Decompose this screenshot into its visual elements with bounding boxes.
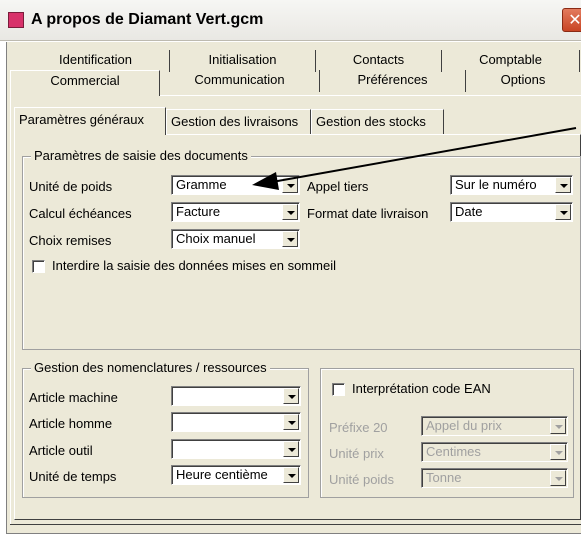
article-homme-label: Article homme <box>29 416 113 431</box>
unite-temps-value: Heure centième <box>176 467 268 482</box>
prefixe-select[interactable]: Appel du prix <box>421 416 568 436</box>
ean-checkbox-label: Interprétation code EAN <box>352 381 491 396</box>
unite-temps-select[interactable]: Heure centième <box>171 465 301 485</box>
about-window: A propos de Diamant Vert.gcm ✕ Identific… <box>0 0 581 536</box>
annotation-arrow-head <box>252 172 279 190</box>
chevron-down-icon[interactable] <box>550 418 566 434</box>
chevron-down-icon[interactable] <box>283 467 299 483</box>
unite-poids-ean-value: Tonne <box>426 470 462 485</box>
unite-prix-label: Unité prix <box>329 446 384 461</box>
annotation-arrow-line <box>271 127 577 183</box>
article-homme-select[interactable] <box>171 412 301 432</box>
chevron-down-icon[interactable] <box>283 388 299 404</box>
article-outil-select[interactable] <box>171 439 301 459</box>
article-outil-label: Article outil <box>29 443 93 458</box>
unite-temps-label: Unité de temps <box>29 469 117 484</box>
chevron-down-icon[interactable] <box>550 470 566 486</box>
article-machine-label: Article machine <box>29 390 118 405</box>
unite-prix-select[interactable]: Centimes <box>421 442 568 462</box>
chevron-down-icon[interactable] <box>283 441 299 457</box>
chevron-down-icon[interactable] <box>550 444 566 460</box>
prefixe-label: Préfixe 20 <box>329 420 388 435</box>
subtab-parametres-generaux[interactable]: Paramètres généraux <box>14 107 166 135</box>
unite-poids-ean-label: Unité poids <box>329 472 395 487</box>
unite-poids-ean-select[interactable]: Tonne <box>421 468 568 488</box>
chevron-down-icon[interactable] <box>283 414 299 430</box>
ean-checkbox[interactable] <box>332 383 345 396</box>
group-nomenclatures-legend: Gestion des nomenclatures / ressources <box>31 360 270 375</box>
prefixe-value: Appel du prix <box>426 418 502 433</box>
article-machine-select[interactable] <box>171 386 301 406</box>
unite-prix-value: Centimes <box>426 444 481 459</box>
